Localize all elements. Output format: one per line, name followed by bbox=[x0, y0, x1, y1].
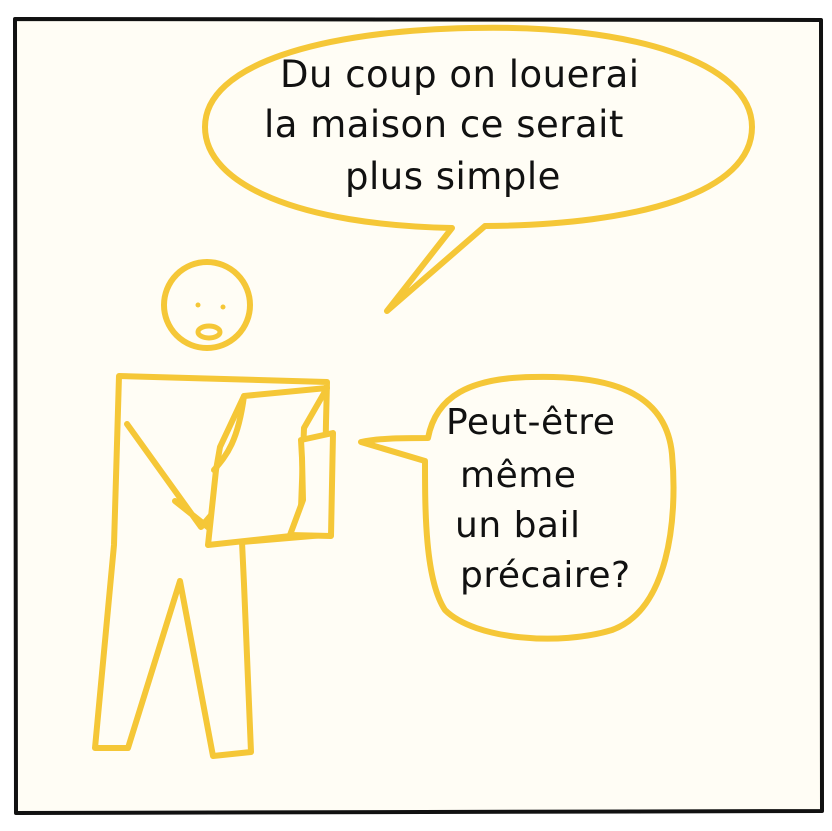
character-left-eye bbox=[195, 302, 201, 308]
bubble-top-line-3: plus simple bbox=[345, 155, 561, 198]
bubble-right-line-3: un bail bbox=[455, 505, 581, 546]
bubble-top-line-1: Du coup on louerai bbox=[280, 53, 640, 96]
bubble-right-line-2: même bbox=[460, 455, 577, 496]
bubble-right-line-4: précaire? bbox=[460, 555, 631, 596]
comic-panel: Du coup on louerai la maison ce serait p… bbox=[0, 0, 832, 831]
bubble-top-line-2: la maison ce serait bbox=[264, 103, 624, 146]
bubble-right-line-1: Peut-être bbox=[446, 402, 616, 443]
character-right-eye bbox=[220, 304, 226, 310]
